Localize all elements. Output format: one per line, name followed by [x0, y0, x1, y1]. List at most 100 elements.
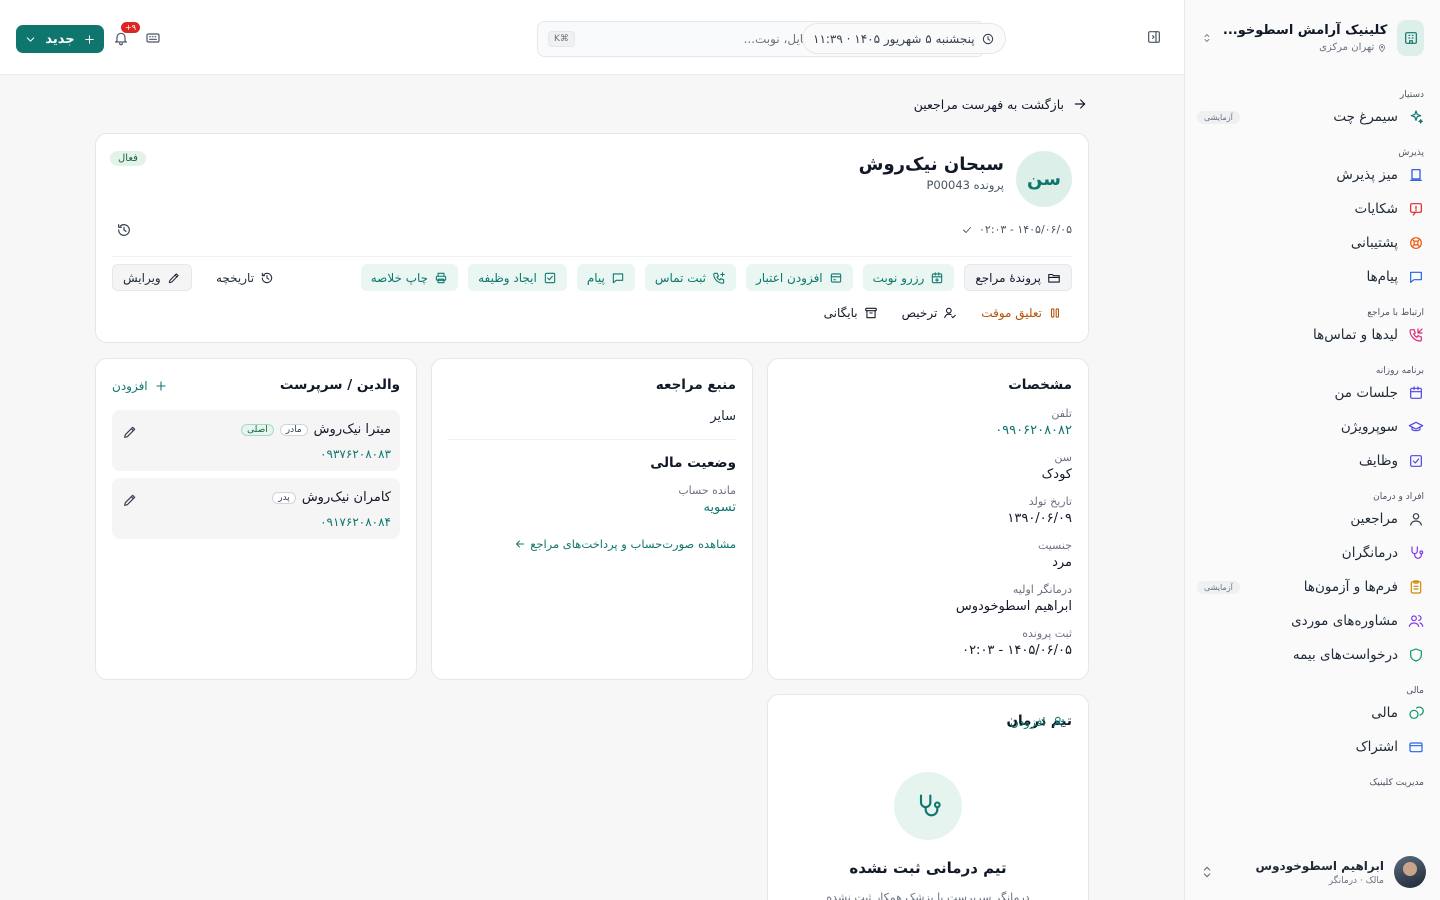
log-call-button[interactable]: ثبت تماس — [644, 264, 736, 291]
sidebar-item-therapists[interactable]: درمانگران — [1185, 536, 1440, 570]
clipboard-icon — [1410, 580, 1422, 594]
referral-title: منبع مراجعه — [655, 377, 736, 393]
keyboard-button[interactable] — [145, 30, 161, 46]
field-balance: مانده حساب تسویه — [448, 484, 736, 515]
field-value: تسویه — [703, 500, 736, 515]
parent-name-row: میترا نیک‌روش مادر اصلی — [241, 422, 391, 437]
pencil-icon — [124, 494, 136, 506]
calendar-icon — [1410, 386, 1422, 399]
list-item: میترا نیک‌روش مادر اصلی ۰۹۳۷۶۲۰۸۰۸۳ — [112, 410, 400, 471]
divider — [112, 256, 1072, 257]
archive-button[interactable]: بایگانی — [824, 306, 878, 320]
empty-state-graphic — [894, 772, 962, 840]
view-invoices-label: مشاهده صورت‌حساب و پرداخت‌های مراجع — [530, 537, 736, 551]
create-task-button[interactable]: ایجاد وظیفه — [468, 264, 567, 291]
sidebar-item-label: مشاوره‌های موردی — [1291, 613, 1398, 629]
sidebar-item-tasks[interactable]: وظایف — [1185, 444, 1440, 478]
avatar — [1394, 856, 1426, 888]
pencil-icon — [168, 272, 179, 283]
parent-phone[interactable]: ۰۹۱۷۶۲۰۸۰۸۴ — [320, 515, 391, 529]
last-updated: ۱۴۰۵/۰۶/۰۵ - ۰۲:۰۳ — [961, 223, 1072, 236]
parent-phone[interactable]: ۰۹۳۷۶۲۰۸۰۸۳ — [320, 447, 391, 461]
sidebar-item-label: مالی — [1371, 705, 1398, 721]
add-parent-button[interactable]: افزودن — [112, 379, 168, 393]
datetime-text: پنجشنبه ۵ شهریور ۱۴۰۵ · ۱۱:۳۹ — [813, 31, 975, 46]
clinic-switcher[interactable]: کلینیک آرامش اسطوخو... تهران مرکزی — [1185, 0, 1440, 76]
sidebar-item-label: سوپرویژن — [1340, 419, 1398, 435]
discharge-button[interactable]: ترخیص — [902, 306, 958, 320]
field-value: کودک — [1041, 467, 1072, 482]
section-management: مدیریت کلینیک — [1369, 778, 1424, 788]
sidebar-item-label: لیدها و تماس‌ها — [1313, 327, 1398, 343]
clinic-location: تهران مرکزی — [1223, 42, 1387, 53]
referral-value: سایر — [710, 409, 736, 424]
sidebar-item-label: جلسات من — [1334, 385, 1398, 401]
parent-name-row: کامران نیک‌روش پدر — [272, 490, 391, 505]
message-button[interactable]: پیام — [576, 264, 635, 291]
arrow-left-icon — [516, 540, 525, 548]
chat-icon — [612, 272, 624, 283]
user-menu[interactable]: ابراهیم اسطوخودوس مالک · درمانگر — [1185, 856, 1440, 888]
view-invoices-link[interactable]: مشاهده صورت‌حساب و پرداخت‌های مراجع — [514, 537, 736, 551]
field-label: تلفن — [1051, 407, 1072, 420]
datetime-display: پنجشنبه ۵ شهریور ۱۴۰۵ · ۱۱:۳۹ — [802, 23, 1006, 54]
keyboard-icon — [146, 33, 160, 43]
client-profile-card: سن سبحان نیک‌روش پرونده P00043 فعال ۱۴۰۵… — [95, 133, 1089, 343]
sidebar-toggle-button[interactable] — [1146, 29, 1162, 45]
sidebar-item-messages[interactable]: پیام‌ها — [1185, 260, 1440, 294]
status-actions: تعلیق موقت ترخیص بایگانی — [824, 306, 1062, 320]
field-primary-therapist: درمانگر اولیه ابراهیم اسطوخودوس — [784, 583, 1072, 614]
pause-icon — [1050, 308, 1060, 318]
phone-link[interactable]: ۰۹۹۰۶۲۰۸۰۸۲ — [784, 423, 1072, 438]
sidebar-item-complaints[interactable]: شکایات — [1185, 192, 1440, 226]
list-item: کامران نیک‌روش پدر ۰۹۱۷۶۲۰۸۰۸۴ — [112, 478, 400, 539]
add-team-member-button[interactable]: افزودن — [1010, 715, 1066, 729]
sidebar-item-leads[interactable]: لیدها و تماس‌ها — [1185, 318, 1440, 352]
sidebar-item-insurance[interactable]: درخواست‌های بیمه — [1185, 638, 1440, 672]
sidebar-item-label: مراجعین — [1350, 511, 1398, 527]
finance-title: وضعیت مالی — [650, 455, 736, 471]
add-credit-button[interactable]: افزودن اعتبار — [746, 264, 853, 291]
back-to-clients-link[interactable]: بازگشت به فهرست مراجعین — [914, 96, 1088, 112]
sidebar-item-forms[interactable]: فرم‌ها و آزمون‌ها آزمایشی — [1185, 570, 1440, 604]
parent-name: میترا نیک‌روش — [313, 422, 391, 437]
suspend-button[interactable]: تعلیق موقت — [981, 306, 1062, 320]
sidebar-item-finance[interactable]: مالی — [1185, 696, 1440, 730]
sidebar-item-reception-desk[interactable]: میز پذیرش — [1185, 158, 1440, 192]
sidebar-item-clients[interactable]: مراجعین — [1185, 502, 1440, 536]
clock-icon — [982, 33, 993, 44]
book-appointment-button[interactable]: رزرو نوبت — [862, 264, 955, 291]
edit-parent-button[interactable] — [122, 424, 138, 440]
sidebar-item-label: پیام‌ها — [1366, 269, 1398, 285]
edit-button[interactable]: ویرایش — [112, 264, 192, 291]
relation-tag: پدر — [272, 491, 296, 504]
user-check-icon — [944, 307, 957, 319]
print-summary-button[interactable]: چاپ خلاصه — [360, 264, 459, 291]
sidebar-item-case-consult[interactable]: مشاوره‌های موردی — [1185, 604, 1440, 638]
new-button[interactable]: جدید — [16, 25, 104, 53]
sidebar-item-simorgh[interactable]: سیمرغ چت آزمایشی — [1185, 100, 1440, 134]
chevron-down-icon — [27, 36, 35, 42]
sidebar-item-my-sessions[interactable]: جلسات من — [1185, 376, 1440, 410]
sidebar-item-support[interactable]: پشتیبانی — [1185, 226, 1440, 260]
field-value: ابراهیم اسطوخودوس — [955, 599, 1072, 614]
client-file-button[interactable]: پروندهٔ مراجع — [964, 264, 1072, 291]
add-credit-label: افزودن اعتبار — [756, 270, 823, 285]
edit-parent-button[interactable] — [122, 492, 138, 508]
user-role: مالک · درمانگر — [1328, 875, 1384, 886]
history-quick-button[interactable] — [116, 222, 132, 238]
field-label: سن — [1054, 451, 1072, 464]
field-gender: جنسیت مرد — [784, 539, 1072, 570]
search-shortcut: ⌘K — [548, 31, 575, 47]
section-daily: برنامه روزانه — [1375, 366, 1424, 376]
add-parent-label: افزودن — [112, 379, 148, 393]
client-file-number: پرونده P00043 — [926, 178, 1004, 192]
field-registered: ثبت پرونده ۱۴۰۵/۰۶/۰۵ - ۰۲:۰۳ — [784, 627, 1072, 658]
section-finance: مالی — [1406, 686, 1424, 696]
history-button[interactable]: تاریخچه — [216, 264, 274, 291]
checkbox-icon — [1410, 455, 1422, 467]
field-label: مانده حساب — [678, 484, 736, 497]
message-label: پیام — [586, 270, 605, 285]
sidebar-item-supervision[interactable]: سوپرویژن — [1185, 410, 1440, 444]
sidebar-item-subscription[interactable]: اشتراک — [1185, 730, 1440, 764]
